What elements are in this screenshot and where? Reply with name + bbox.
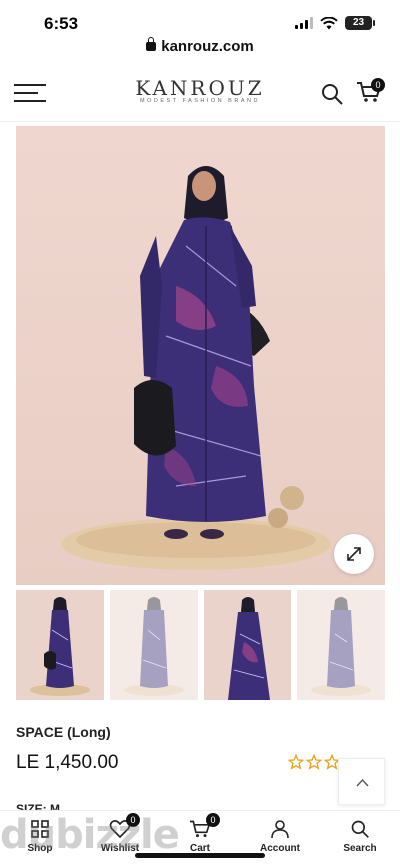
url-bar[interactable]: kanrouz.com	[0, 37, 400, 55]
scroll-to-top-button[interactable]	[338, 758, 385, 805]
thumbnail-side[interactable]	[203, 590, 292, 700]
thumbnail-back[interactable]	[109, 590, 198, 700]
thumbnail-image	[311, 597, 372, 696]
thumbnail-front[interactable]	[16, 590, 104, 700]
chevron-up-icon	[356, 778, 369, 787]
signal-icon	[295, 17, 313, 29]
thumbnail-image	[30, 597, 90, 696]
expand-icon	[347, 547, 361, 561]
lock-icon	[146, 37, 157, 51]
search-icon	[351, 820, 369, 838]
star-icon	[288, 754, 304, 770]
product-main-image[interactable]	[16, 126, 385, 585]
rating-stars[interactable]	[288, 754, 340, 770]
thumbnail-strip	[16, 590, 385, 700]
clock: 6:53	[44, 14, 79, 33]
user-icon	[271, 820, 289, 839]
dubizzle-watermark: dubizzle	[0, 812, 180, 858]
thumbnail-image	[123, 597, 184, 696]
url-text: kanrouz.com	[161, 38, 254, 55]
product-name: SPACE (Long)	[16, 724, 111, 740]
star-icon	[306, 754, 322, 770]
wifi-icon	[320, 16, 338, 29]
product-price: LE 1,450.00	[16, 752, 119, 773]
home-indicator	[135, 853, 265, 858]
thumbnail-image	[227, 597, 270, 700]
cart-button[interactable]: 0	[356, 78, 385, 106]
site-header: KANROUZ MODEST FASHION BRAND 0	[0, 66, 400, 122]
thumbnail-back-2[interactable]	[297, 590, 385, 700]
model-illustration	[61, 166, 331, 570]
nav-search[interactable]: Search	[320, 811, 400, 865]
nav-search-label: Search	[343, 843, 377, 854]
battery-icon: 23	[345, 16, 375, 30]
cart-count-badge: 0	[371, 78, 385, 92]
nav-cart-count-badge: 0	[206, 813, 220, 827]
status-icons: 23	[295, 16, 375, 30]
zoom-button[interactable]	[334, 534, 374, 574]
search-icon[interactable]	[320, 82, 344, 106]
status-bar: 6:53 23	[0, 0, 400, 36]
